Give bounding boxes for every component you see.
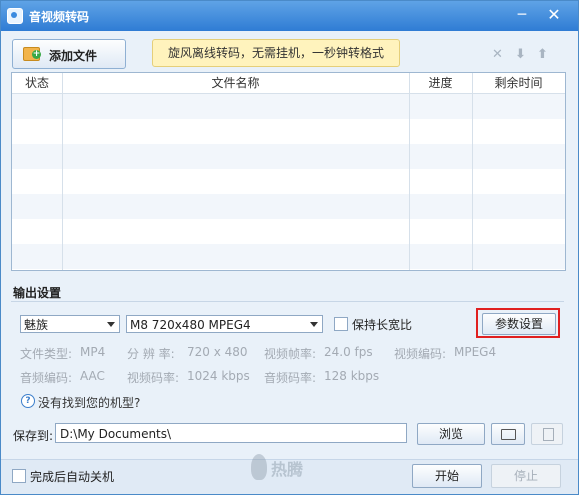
window-title: 音视频转码 bbox=[29, 10, 90, 24]
folder-icon bbox=[501, 429, 516, 440]
frame-rate-label: 视频帧率: bbox=[264, 347, 317, 361]
audio-codec-label: 音频编码: bbox=[20, 371, 73, 385]
add-file-button[interactable]: 添加文件 bbox=[12, 39, 126, 69]
minimize-button[interactable]: ─ bbox=[511, 6, 533, 24]
save-path-input[interactable]: D:\My Documents\ bbox=[55, 423, 407, 443]
model-select[interactable]: M8 720x480 MPEG4 bbox=[126, 315, 323, 333]
promo-banner[interactable]: 旋风离线转码，无需挂机，一秒钟转格式 bbox=[152, 39, 400, 67]
keep-ratio-label[interactable]: 保持长宽比 bbox=[352, 316, 412, 333]
column-divider bbox=[62, 73, 63, 270]
file-list-table[interactable]: 状态 文件名称 进度 剩余时间 bbox=[11, 72, 566, 271]
delete-icon[interactable]: ✕ bbox=[492, 47, 503, 62]
audio-bitrate-label: 音频码率: bbox=[264, 371, 317, 385]
table-row bbox=[12, 194, 565, 219]
brand-select[interactable]: 魅族 bbox=[20, 315, 120, 333]
transcode-window: 音视频转码 ─ ✕ 添加文件 旋风离线转码，无需挂机，一秒钟转格式 ✕ ⬇ ⬆ … bbox=[0, 0, 579, 495]
start-button[interactable]: 开始 bbox=[412, 464, 482, 488]
auto-shutdown-checkbox[interactable] bbox=[12, 469, 26, 483]
file-type-label: 文件类型: bbox=[20, 347, 73, 361]
resolution-value: 720 x 480 bbox=[187, 345, 248, 359]
table-row bbox=[12, 94, 565, 119]
resolution-label: 分 辨 率: bbox=[127, 347, 175, 361]
frame-rate-value: 24.0 fps bbox=[324, 345, 373, 359]
file-type-value: MP4 bbox=[80, 345, 106, 359]
column-divider bbox=[409, 73, 410, 270]
watermark-logo: 热腾 bbox=[251, 450, 321, 490]
watermark-text: 热腾 bbox=[271, 460, 304, 479]
add-file-folder-icon bbox=[23, 47, 41, 61]
audio-codec-value: AAC bbox=[80, 369, 105, 383]
audio-bitrate-value: 128 kbps bbox=[324, 369, 380, 383]
flame-icon bbox=[251, 454, 267, 480]
app-icon bbox=[7, 8, 23, 24]
video-bitrate-value: 1024 kbps bbox=[187, 369, 250, 383]
export-button[interactable] bbox=[531, 423, 563, 445]
model-not-found-link[interactable]: 没有找到您的机型? bbox=[38, 394, 140, 411]
export-icon bbox=[543, 428, 554, 441]
column-header-remaining[interactable]: 剩余时间 bbox=[472, 73, 565, 93]
add-file-label: 添加文件 bbox=[49, 49, 98, 63]
table-row bbox=[12, 144, 565, 169]
model-select-value: M8 720x480 MPEG4 bbox=[130, 318, 251, 332]
auto-shutdown-label[interactable]: 完成后自动关机 bbox=[30, 468, 114, 485]
column-header-filename[interactable]: 文件名称 bbox=[62, 73, 409, 93]
video-codec-value: MPEG4 bbox=[454, 345, 497, 359]
close-button[interactable]: ✕ bbox=[543, 6, 565, 24]
table-row bbox=[12, 219, 565, 244]
save-to-label: 保存到: bbox=[13, 429, 54, 443]
table-row bbox=[12, 169, 565, 194]
help-icon[interactable]: ? bbox=[21, 394, 35, 408]
column-divider bbox=[472, 73, 473, 270]
chevron-down-icon bbox=[310, 322, 318, 327]
move-down-icon[interactable]: ⬇ bbox=[515, 47, 526, 62]
brand-select-value: 魅族 bbox=[24, 318, 49, 332]
column-header-status[interactable]: 状态 bbox=[12, 73, 62, 93]
browse-button[interactable]: 浏览 bbox=[417, 423, 485, 445]
title-bar[interactable]: 音视频转码 ─ ✕ bbox=[1, 1, 578, 31]
column-header-progress[interactable]: 进度 bbox=[409, 73, 472, 93]
open-folder-button[interactable] bbox=[491, 423, 525, 445]
video-bitrate-label: 视频码率: bbox=[127, 371, 180, 385]
video-codec-label: 视频编码: bbox=[394, 347, 447, 361]
table-header: 状态 文件名称 进度 剩余时间 bbox=[12, 73, 565, 94]
chevron-down-icon bbox=[107, 322, 115, 327]
output-settings-label: 输出设置 bbox=[13, 286, 62, 300]
table-row bbox=[12, 244, 565, 269]
params-settings-button[interactable]: 参数设置 bbox=[482, 313, 556, 335]
move-up-icon[interactable]: ⬆ bbox=[537, 47, 548, 62]
stop-button[interactable]: 停止 bbox=[491, 464, 561, 488]
table-row bbox=[12, 119, 565, 144]
keep-ratio-checkbox[interactable] bbox=[334, 317, 348, 331]
